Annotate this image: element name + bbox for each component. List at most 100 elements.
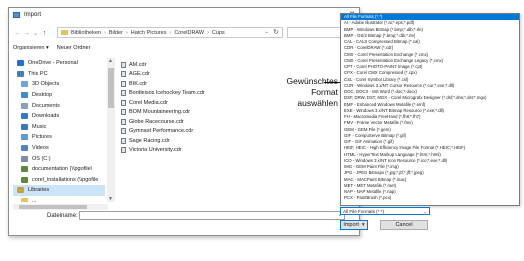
sidebar-item[interactable]: ... bbox=[13, 196, 105, 202]
import-dropdown-icon[interactable]: ▾ bbox=[362, 222, 365, 228]
music-icon bbox=[21, 123, 28, 130]
folder-icon bbox=[61, 30, 68, 35]
file-type-option[interactable]: PCX - PaintBrush (*.pcx) bbox=[341, 195, 519, 201]
cdr-file-icon bbox=[121, 137, 126, 144]
cdr-file-icon bbox=[121, 147, 126, 154]
breadcrumb-item[interactable]: CorelDRAW bbox=[174, 30, 204, 36]
file-name: Bootleisos Icehockey Team.cdr bbox=[129, 90, 205, 97]
sidebar-item[interactable]: Music bbox=[13, 122, 105, 133]
file-item[interactable]: Gymnast Performance.cdr bbox=[121, 127, 241, 137]
scrollbar-thumb[interactable] bbox=[108, 68, 114, 108]
sidebar-item-label: Music bbox=[32, 123, 47, 130]
scroll-up-icon[interactable]: ▲ bbox=[108, 58, 113, 64]
breadcrumb-item[interactable]: Hatch Pictures bbox=[131, 30, 167, 36]
download-icon bbox=[21, 113, 28, 120]
drive-icon bbox=[21, 155, 28, 162]
import-button-label: Import bbox=[343, 222, 359, 228]
callout-line bbox=[324, 82, 340, 83]
sidebar-item[interactable]: Videos bbox=[13, 143, 105, 154]
cdr-file-icon bbox=[121, 118, 126, 125]
bottom-panel: Dateiname: ⌄ bbox=[9, 211, 361, 237]
breadcrumb-separator: › bbox=[207, 29, 209, 36]
sidebar-item[interactable]: OS (C:) bbox=[13, 153, 105, 164]
folder-icon bbox=[21, 198, 28, 202]
cdr-file-icon bbox=[121, 109, 126, 116]
navigation-pane-scrollbar[interactable]: ▲ ▼ bbox=[107, 58, 115, 202]
document-icon bbox=[21, 102, 28, 109]
file-item[interactable]: Globe Racecourse.cdr bbox=[121, 117, 241, 127]
filename-label: Dateiname: bbox=[47, 213, 78, 219]
file-item[interactable]: Sage Racing.cdr bbox=[121, 136, 241, 146]
horizontal-scrollbar[interactable] bbox=[13, 204, 108, 210]
cube-icon bbox=[21, 81, 28, 88]
breadcrumb-item[interactable]: Cups bbox=[212, 30, 225, 36]
command-bar: Organisieren ▾ Neuer Ordner bbox=[13, 43, 98, 53]
sidebar-item[interactable]: 3D Objects bbox=[13, 79, 105, 90]
sidebar-item-label: Documents bbox=[32, 102, 60, 109]
file-item[interactable]: BOM Mountaineering.cdr bbox=[121, 108, 241, 118]
address-dropdown-icon[interactable]: ⌄ bbox=[264, 29, 269, 35]
file-name: Globe Racecourse.cdr bbox=[129, 118, 184, 125]
sidebar-item-label: Downloads bbox=[32, 113, 60, 120]
title-bar: Import ✕ bbox=[9, 8, 359, 21]
file-item[interactable]: AM.cdr bbox=[121, 60, 241, 70]
scroll-down-icon[interactable]: ▼ bbox=[108, 196, 113, 202]
sidebar-item-label: OS (C:) bbox=[32, 155, 51, 162]
window-title: Import bbox=[24, 11, 42, 18]
sidebar-item[interactable]: corel_installations (\\pgofile bbox=[13, 175, 105, 186]
back-arrow-icon[interactable]: ← bbox=[13, 30, 22, 37]
recent-dropdown-icon[interactable]: ⌄ bbox=[31, 29, 40, 37]
sidebar-item-label: corel_installations (\\pgofile bbox=[32, 176, 99, 183]
sidebar-item-label: Libraries bbox=[28, 187, 50, 194]
forward-arrow-icon[interactable]: → bbox=[22, 30, 31, 37]
sidebar-item[interactable]: Libraries bbox=[13, 185, 105, 196]
file-name: BIK.cdr bbox=[129, 80, 148, 87]
cdr-file-icon bbox=[121, 71, 126, 78]
file-item[interactable]: Victoria University.cdr bbox=[121, 146, 241, 156]
sidebar-item[interactable]: OneDrive - Personal bbox=[13, 58, 105, 69]
navigation-pane: OneDrive - Personal This PC 3D Objects Desk… bbox=[13, 58, 105, 202]
sidebar-item[interactable]: Downloads bbox=[13, 111, 105, 122]
file-type-select[interactable]: All File Formats (*.*) ⌄ bbox=[340, 207, 430, 215]
sidebar-item-label: OneDrive - Personal bbox=[28, 60, 78, 67]
address-bar[interactable]: Bibliotheken › Bilder › Hatch Pictures ›… bbox=[57, 27, 283, 38]
filename-input[interactable]: ⌄ bbox=[79, 211, 345, 220]
sidebar-item[interactable]: This PC bbox=[13, 69, 105, 80]
breadcrumb-item[interactable]: Bilder bbox=[109, 30, 123, 36]
scrollbar-thumb[interactable] bbox=[19, 205, 87, 209]
file-item[interactable]: BIK.cdr bbox=[121, 79, 241, 89]
sidebar-item[interactable]: documentation (\\pgofile\ bbox=[13, 164, 105, 175]
sidebar-item[interactable]: Desktop bbox=[13, 90, 105, 101]
file-item[interactable]: Corel Media.cdr bbox=[121, 98, 241, 108]
sidebar-item[interactable]: Pictures bbox=[13, 132, 105, 143]
file-item[interactable]: AGE.cdr bbox=[121, 70, 241, 80]
new-folder-button[interactable]: Neuer Ordner bbox=[57, 45, 91, 51]
organize-button[interactable]: Organisieren ▾ bbox=[13, 45, 49, 51]
sidebar-item-label: documentation (\\pgofile\ bbox=[32, 166, 93, 173]
cdr-file-icon bbox=[121, 90, 126, 97]
sidebar-item[interactable]: Documents bbox=[13, 100, 105, 111]
up-arrow-icon[interactable]: ↑ bbox=[40, 30, 49, 37]
sidebar-item-label: 3D Objects bbox=[32, 81, 60, 88]
chevron-down-icon: ⌄ bbox=[423, 209, 427, 214]
sidebar-item-label: Desktop bbox=[32, 92, 53, 99]
video-icon bbox=[21, 145, 28, 152]
cdr-file-icon bbox=[121, 80, 126, 87]
import-button[interactable]: Import ▾ bbox=[340, 220, 368, 230]
network-drive-icon bbox=[21, 176, 28, 183]
sidebar-item-label: Pictures bbox=[32, 134, 52, 141]
navigation-bar: ← → ⌄ ↑ Bibliotheken › Bilder › Hatch Pi… bbox=[13, 27, 357, 39]
cancel-button[interactable]: Cancel bbox=[380, 220, 428, 230]
file-name: Victoria University.cdr bbox=[129, 147, 182, 154]
computer-icon bbox=[17, 70, 24, 77]
file-type-list[interactable]: All File Formats (*.*) AI - Adobe Illustr… bbox=[340, 13, 520, 206]
annotation-line: auswählen bbox=[297, 98, 338, 108]
file-name: Sage Racing.cdr bbox=[129, 137, 170, 144]
refresh-icon[interactable]: ↻ bbox=[273, 28, 279, 36]
file-item[interactable]: Bootleisos Icehockey Team.cdr bbox=[121, 89, 241, 99]
annotation-line: Format bbox=[311, 87, 338, 97]
cdr-file-icon bbox=[121, 61, 126, 68]
annotation-text: Gewünschtes Format auswählen bbox=[270, 76, 339, 109]
breadcrumb-item[interactable]: Bibliotheken bbox=[71, 30, 101, 36]
cdr-file-icon bbox=[121, 99, 126, 106]
